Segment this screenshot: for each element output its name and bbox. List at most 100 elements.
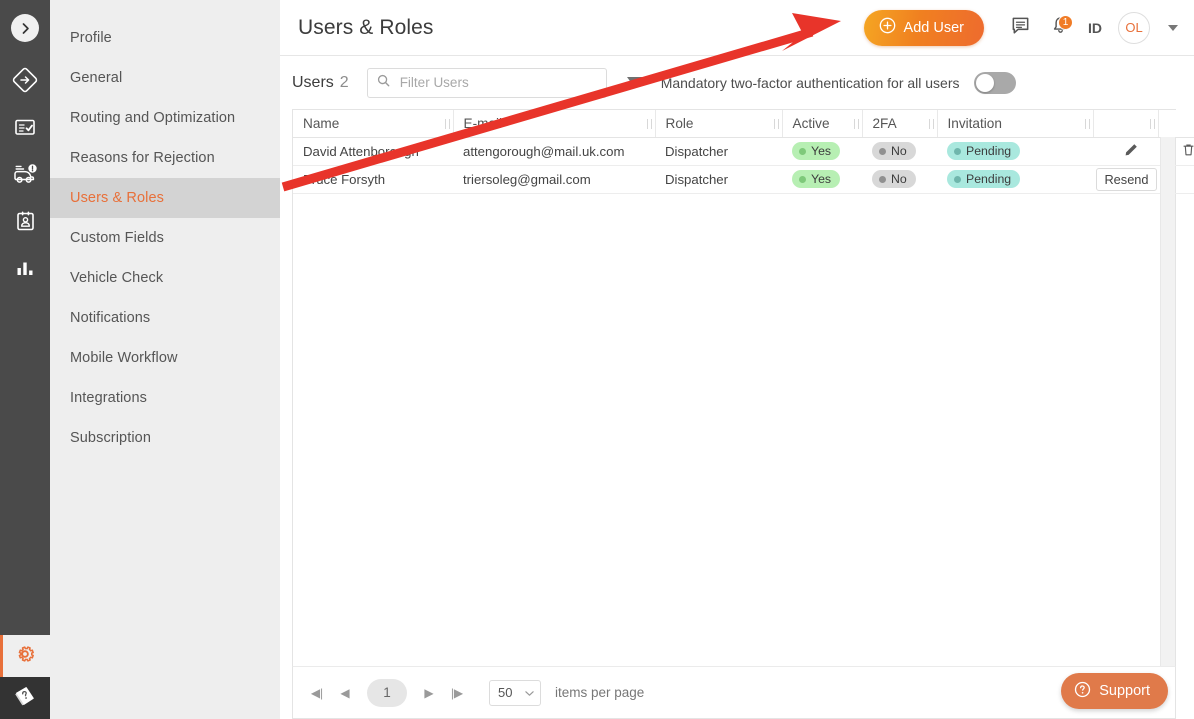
sidebar-item-subscription[interactable]: Subscription [50, 418, 280, 458]
filter-funnel-icon[interactable] [626, 77, 643, 88]
gear-icon [13, 642, 37, 671]
sidebar-item-vehicle-check[interactable]: Vehicle Check [50, 258, 280, 298]
tasks-icon-button[interactable] [0, 107, 50, 147]
status-badge-invitation: Pending [947, 142, 1021, 160]
sidebar-item-label: Notifications [70, 310, 151, 326]
cell-name: Bruce Forsyth [293, 165, 453, 194]
cell-invitation: Pending [937, 137, 1093, 166]
column-resize-handle[interactable] [773, 119, 779, 129]
avatar[interactable]: OL [1118, 11, 1150, 44]
column-header-active[interactable]: Active [782, 110, 863, 138]
column-label: E-mail [463, 115, 503, 131]
sidebar-item-label: Integrations [70, 390, 147, 406]
status-badge-2fa: No [872, 170, 916, 188]
support-button[interactable]: Support [1061, 673, 1168, 709]
resend-invitation-button[interactable]: Resend [1096, 167, 1157, 191]
toggle-knob [975, 73, 994, 92]
first-page-button[interactable]: ◀| [303, 679, 331, 707]
messages-button[interactable] [1002, 10, 1038, 46]
column-resize-handle[interactable] [1084, 119, 1090, 129]
page-header: Users & Roles Add User 1 ID OL [280, 0, 1194, 56]
status-badge-invitation: Pending [947, 170, 1021, 188]
search-input[interactable] [397, 74, 588, 91]
notification-badge: 1 [1058, 14, 1073, 30]
tasks-icon [12, 114, 38, 140]
status-label: Yes [811, 144, 832, 158]
add-user-button[interactable]: Add User [863, 9, 984, 46]
sidebar-item-label: Users & Roles [70, 190, 164, 206]
notifications-button[interactable]: 1 [1042, 10, 1078, 46]
support-label: Support [1099, 683, 1150, 699]
next-page-button[interactable]: ▶ [415, 679, 443, 707]
table-row[interactable]: Bruce Forsyth triersoleg@gmail.com Dispa… [293, 165, 1194, 194]
column-resize-handle[interactable] [928, 119, 934, 129]
sidebar-item-label: General [70, 70, 123, 86]
contacts-icon-button[interactable] [0, 201, 50, 241]
sidebar-item-label: Vehicle Check [70, 270, 164, 286]
last-page-button[interactable]: |▶ [443, 679, 471, 707]
cell-edit [1093, 137, 1158, 166]
status-dot [954, 175, 961, 183]
sidebar-item-routing-and-optimization[interactable]: Routing and Optimization [50, 98, 280, 138]
previous-page-button[interactable]: ◀ [331, 679, 359, 707]
column-header-invitation[interactable]: Invitation [937, 110, 1094, 138]
users-count: 2 [339, 73, 349, 91]
filter-users-field[interactable] [366, 67, 607, 98]
sidebar-item-custom-fields[interactable]: Custom Fields [50, 218, 280, 258]
status-dot [799, 147, 806, 155]
table-vertical-scrollbar[interactable] [1160, 137, 1175, 666]
page-number-button[interactable]: 1 [367, 678, 407, 707]
icon-rail-top [0, 0, 50, 288]
icon-rail [0, 0, 50, 719]
page-title: Users & Roles [298, 15, 434, 39]
edit-button[interactable] [1120, 140, 1142, 162]
expand-nav-button[interactable] [0, 8, 50, 48]
help-icon-button[interactable] [0, 677, 50, 719]
pagination-bar: ◀| ◀ 1 ▶ |▶ 50 items per page 1 - 2 of 2… [292, 666, 1176, 719]
mfa-toggle[interactable] [973, 71, 1016, 94]
column-resize-handle[interactable] [853, 119, 859, 129]
page-size-select[interactable]: 50 [489, 679, 541, 706]
sidebar-item-label: Profile [70, 30, 112, 46]
sidebar-item-integrations[interactable]: Integrations [50, 378, 280, 418]
status-badge-active: Yes [792, 170, 841, 188]
column-label: Role [665, 115, 694, 131]
sidebar-item-mobile-workflow[interactable]: Mobile Workflow [50, 338, 280, 378]
language-selector[interactable]: ID [1082, 20, 1108, 36]
sidebar-item-label: Routing and Optimization [70, 110, 236, 126]
sidebar-item-reasons-for-rejection[interactable]: Reasons for Rejection [50, 138, 280, 178]
chat-icon [1010, 15, 1031, 41]
sidebar-item-notifications[interactable]: Notifications [50, 298, 280, 338]
chevron-down-icon[interactable] [1168, 24, 1178, 31]
column-label: Invitation [947, 115, 1002, 131]
chevron-down-icon [525, 685, 534, 700]
vehicles-icon-button[interactable] [0, 154, 50, 194]
settings-icon-button[interactable] [0, 635, 50, 677]
page-size-value: 50 [498, 685, 513, 700]
chevron-right-icon [11, 14, 39, 42]
column-header-name[interactable]: Name [293, 110, 454, 138]
column-header-email[interactable]: E-mail [453, 110, 656, 138]
add-user-label: Add User [903, 19, 964, 36]
column-header-2fa[interactable]: 2FA [862, 110, 938, 138]
column-resize-handle[interactable] [1149, 119, 1155, 129]
sidebar-item-general[interactable]: General [50, 58, 280, 98]
navigation-icon-button[interactable] [0, 60, 50, 100]
cell-role: Dispatcher [655, 137, 782, 166]
cell-invitation: Pending [937, 165, 1093, 194]
reports-icon-button[interactable] [0, 248, 50, 288]
toolbar: Users 2 Mandatory two-factor authenticat… [280, 56, 1194, 109]
delete-button[interactable] [1177, 140, 1194, 162]
sidebar-item-profile[interactable]: Profile [50, 18, 280, 58]
column-resize-handle[interactable] [646, 119, 652, 129]
table-row[interactable]: David Attenborough attengorough@mail.uk.… [293, 137, 1194, 166]
column-header-role[interactable]: Role [655, 110, 783, 138]
header-icons: 1 ID OL [1002, 10, 1178, 46]
sidebar-item-label: Reasons for Rejection [70, 150, 215, 166]
cell-active: Yes [782, 165, 862, 194]
sidebar-item-users-and-roles[interactable]: Users & Roles [50, 178, 280, 218]
status-dot [954, 147, 961, 155]
reports-icon [13, 256, 37, 280]
navigation-icon [11, 66, 39, 94]
column-resize-handle[interactable] [444, 119, 450, 129]
